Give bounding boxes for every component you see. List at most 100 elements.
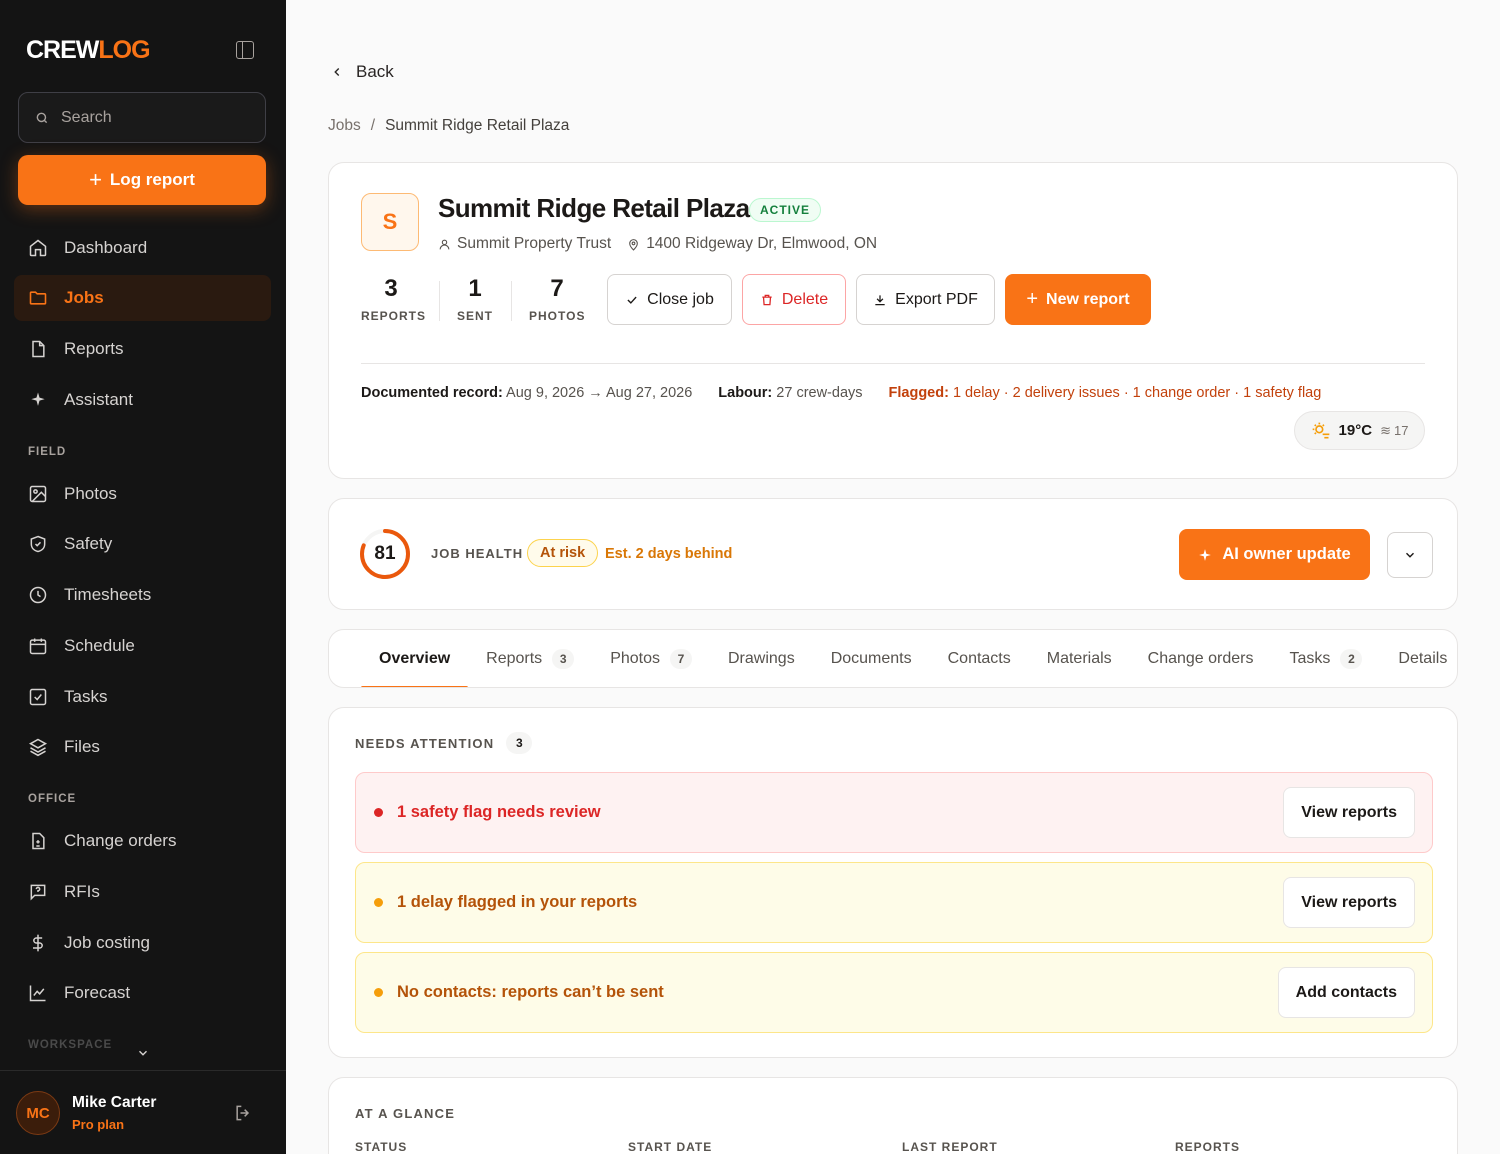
sidebar-item-jobs[interactable]: Jobs	[14, 275, 271, 321]
health-label: JOB HEALTH	[431, 546, 524, 561]
file-icon	[32, 340, 45, 358]
tab-photos[interactable]: Photos 7	[592, 630, 710, 687]
sparkle-icon	[31, 392, 45, 406]
tab-count: 7	[670, 649, 692, 669]
alert-dot	[374, 808, 383, 817]
sidebar-item-reports[interactable]: Reports	[14, 326, 271, 372]
at-a-glance-title: AT A GLANCE	[355, 1106, 456, 1121]
tab-change-orders[interactable]: Change orders	[1130, 630, 1272, 687]
sidebar: CREWLOG Search + Log report Dashboard Jo…	[0, 0, 286, 1154]
view-reports-button[interactable]: View reports	[1283, 787, 1415, 838]
export-pdf-button[interactable]: Export PDF	[856, 274, 995, 325]
ai-owner-update-button[interactable]: AI owner update	[1179, 529, 1370, 580]
tab-materials[interactable]: Materials	[1029, 630, 1130, 687]
status-badge: ACTIVE	[749, 198, 822, 222]
stat-reports: 3 REPORTS	[361, 275, 427, 323]
needs-attention-card: NEEDS ATTENTION 3 1 safety flag needs re…	[328, 707, 1458, 1058]
image-icon	[29, 485, 47, 503]
tab-documents[interactable]: Documents	[813, 630, 930, 687]
labour-summary: Labour: 27 crew-days	[718, 385, 863, 401]
tab-bar: Overview Reports 3 Photos 7 Drawings Docum…	[361, 630, 1457, 687]
sidebar-item-schedule[interactable]: Schedule	[14, 623, 271, 669]
tab-drawings[interactable]: Drawings	[710, 630, 813, 687]
breadcrumb-jobs[interactable]: Jobs	[328, 117, 361, 135]
at-a-glance-card: AT A GLANCE STATUS START DATE LAST REPOR…	[328, 1077, 1458, 1154]
wind-icon: ≋	[1380, 422, 1391, 438]
sidebar-item-change-orders[interactable]: Change orders	[14, 818, 271, 864]
page-title: Summit Ridge Retail Plaza	[438, 193, 750, 223]
tab-contacts[interactable]: Contacts	[930, 630, 1029, 687]
nav-section-workspace: WORKSPACE	[28, 1039, 113, 1051]
health-score: 81	[374, 543, 396, 564]
checkbox-icon	[29, 688, 47, 706]
alert-text: 1 delay flagged in your reports	[397, 893, 638, 911]
risk-badge: At risk	[527, 539, 599, 567]
download-icon	[875, 294, 885, 305]
attention-count: 3	[506, 732, 533, 754]
view-reports-button[interactable]: View reports	[1283, 877, 1415, 928]
breadcrumb: Jobs / Summit Ridge Retail Plaza	[328, 117, 569, 135]
search-placeholder: Search	[61, 108, 112, 126]
weather-chip[interactable]: 19°C ≋ 17	[1294, 411, 1425, 450]
chevron-down-icon[interactable]	[136, 1046, 150, 1060]
new-report-button[interactable]: + New report	[1005, 274, 1151, 325]
job-health-card: 81 JOB HEALTH At risk Est. 2 days behind…	[328, 498, 1458, 610]
glance-col-start-date: START DATE	[628, 1140, 713, 1154]
documented-record: Documented record: Aug 9, 2026 → Aug 27,…	[361, 385, 693, 401]
alert-dot	[374, 988, 383, 997]
sidebar-item-tasks[interactable]: Tasks	[14, 674, 271, 720]
glance-col-reports: REPORTS	[1175, 1140, 1241, 1154]
check-icon	[627, 296, 637, 304]
sidebar-item-assistant[interactable]: Assistant	[14, 377, 271, 423]
job-client: Summit Property Trust	[457, 235, 612, 252]
sidebar-item-photos[interactable]: Photos	[14, 471, 271, 517]
sidebar-item-dashboard[interactable]: Dashboard	[14, 225, 271, 271]
sidebar-item-rfis[interactable]: RFIs	[14, 869, 271, 915]
job-meta: Summit Property Trust 1400 Ridgeway Dr, …	[438, 235, 877, 253]
log-report-button[interactable]: + Log report	[18, 155, 266, 205]
expand-health-button[interactable]	[1387, 532, 1433, 578]
clock-icon	[29, 586, 47, 604]
alert-text: 1 safety flag needs review	[397, 803, 601, 821]
logout-icon[interactable]	[233, 1103, 253, 1123]
nav-section-field: FIELD	[28, 446, 67, 458]
search-icon	[36, 112, 48, 123]
user-icon	[439, 239, 450, 249]
sidebar-item-forecast[interactable]: Forecast	[14, 970, 271, 1016]
brand-logo[interactable]: CREWLOG	[26, 36, 151, 65]
sidebar-item-safety[interactable]: Safety	[14, 521, 271, 567]
sidebar-item-timesheets[interactable]: Timesheets	[14, 572, 271, 618]
breadcrumb-current: Summit Ridge Retail Plaza	[385, 117, 570, 134]
avatar[interactable]: MC	[16, 1091, 60, 1135]
close-job-button[interactable]: Close job	[607, 274, 732, 325]
sidebar-item-job-costing[interactable]: Job costing	[14, 920, 271, 966]
folder-icon	[29, 291, 47, 305]
sparkle-icon	[1199, 548, 1212, 561]
tab-overview[interactable]: Overview	[361, 630, 469, 687]
weather-temp: 19°C	[1338, 422, 1373, 439]
stat-sent: 1 SENT	[457, 275, 494, 323]
user-name: Mike Carter	[72, 1094, 157, 1111]
layers-icon	[28, 738, 48, 757]
sidebar-item-files[interactable]: Files	[14, 724, 271, 770]
alert-safety-flag: 1 safety flag needs review View reports	[355, 772, 1433, 853]
add-contacts-button[interactable]: Add contacts	[1277, 967, 1415, 1018]
tab-count: 3	[552, 649, 575, 669]
job-header-card: S Summit Ridge Retail Plaza ACTIVE Summi…	[328, 162, 1458, 479]
plus-icon: +	[1026, 288, 1039, 310]
sidebar-collapse-icon[interactable]	[236, 41, 254, 59]
message-question-icon	[30, 884, 46, 901]
sun-icon	[1312, 422, 1329, 438]
delete-button[interactable]: Delete	[742, 274, 846, 325]
tab-reports[interactable]: Reports 3	[468, 630, 592, 687]
tab-details[interactable]: Details	[1380, 630, 1457, 687]
glance-col-status: STATUS	[355, 1140, 408, 1154]
dollar-icon	[33, 934, 43, 952]
search-input[interactable]: Search	[18, 92, 266, 143]
tab-tasks[interactable]: Tasks 2	[1272, 630, 1381, 687]
weather-wind: 17	[1393, 423, 1409, 438]
nav-section-office: OFFICE	[28, 793, 77, 805]
chevron-left-icon	[334, 68, 340, 76]
back-link[interactable]: Back	[330, 62, 394, 82]
user-plan: Pro plan	[72, 1117, 125, 1132]
